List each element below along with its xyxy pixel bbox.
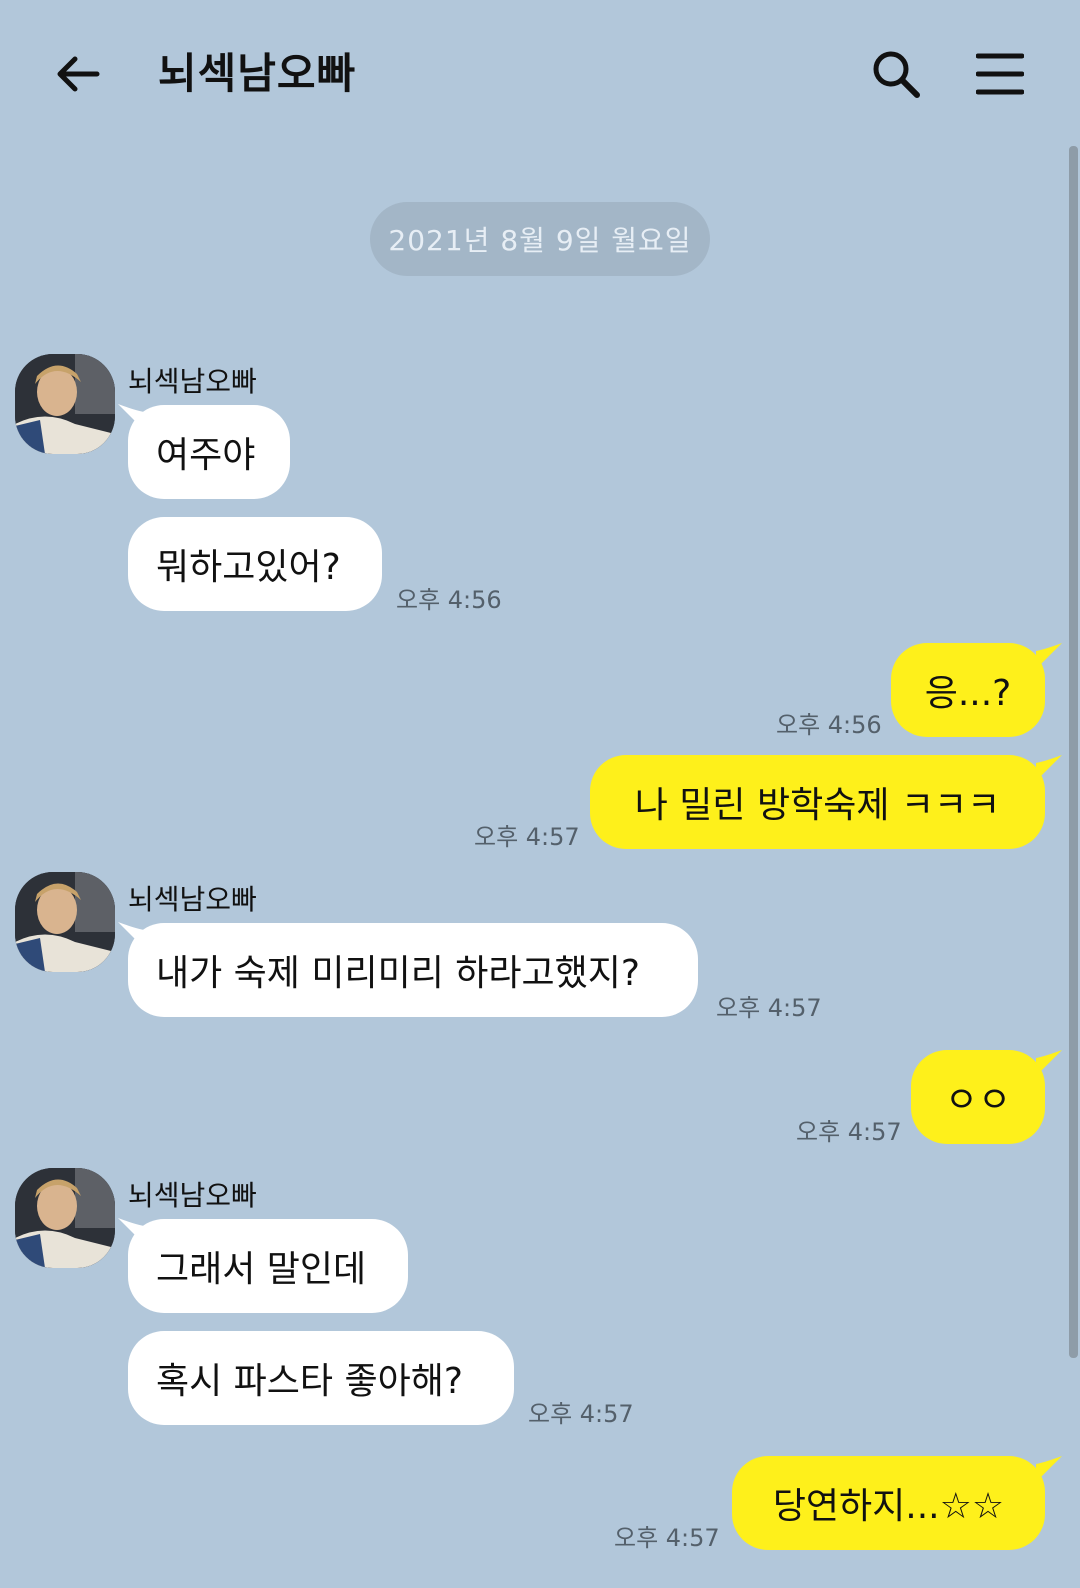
- avatar[interactable]: [15, 354, 115, 454]
- bubble-tail: [1036, 643, 1062, 669]
- scrollbar[interactable]: [1069, 146, 1078, 1358]
- menu-button[interactable]: [970, 44, 1030, 104]
- sender-name: 뇌섹남오빠: [128, 1179, 257, 1212]
- bubble-tail: [1036, 755, 1062, 781]
- search-icon: [873, 51, 920, 98]
- message-bubble[interactable]: 그래서 말인데: [128, 1219, 408, 1313]
- date-divider: 2021년 8월 9일 월요일: [370, 202, 710, 276]
- message-time: 오후 4:57: [614, 1524, 720, 1552]
- message-time: 오후 4:56: [776, 711, 882, 739]
- profile-photo: [15, 1168, 115, 1268]
- sender-name: 뇌섹남오빠: [128, 365, 257, 398]
- message-bubble[interactable]: 혹시 파스타 좋아해?: [128, 1331, 514, 1425]
- message-bubble[interactable]: 내가 숙제 미리미리 하라고했지?: [128, 923, 698, 1017]
- arrow-left-icon: [57, 56, 100, 92]
- message-time: 오후 4:57: [796, 1118, 902, 1146]
- chat-title: 뇌섹남오빠: [158, 49, 357, 98]
- message-bubble[interactable]: ㅇㅇ: [911, 1050, 1045, 1144]
- message-time: 오후 4:56: [396, 586, 502, 614]
- chat-header: 뇌섹남오빠: [0, 0, 1080, 145]
- message-bubble[interactable]: 나 밀린 방학숙제 ㅋㅋㅋ: [590, 755, 1045, 849]
- profile-photo: [15, 354, 115, 454]
- message-bubble[interactable]: 뭐하고있어?: [128, 517, 382, 611]
- message-bubble[interactable]: 응...?: [891, 643, 1045, 737]
- bubble-tail: [1036, 1456, 1062, 1482]
- message-time: 오후 4:57: [474, 823, 580, 851]
- avatar[interactable]: [15, 872, 115, 972]
- bubble-tail: [1036, 1050, 1062, 1076]
- message-time: 오후 4:57: [716, 994, 822, 1022]
- back-button[interactable]: [48, 44, 108, 104]
- message-time: 오후 4:57: [528, 1400, 634, 1428]
- avatar[interactable]: [15, 1168, 115, 1268]
- message-bubble[interactable]: 당연하지...☆☆: [732, 1456, 1045, 1550]
- profile-photo: [15, 872, 115, 972]
- hamburger-menu-icon: [976, 53, 1024, 95]
- search-button[interactable]: [866, 44, 926, 104]
- message-bubble[interactable]: 여주야: [128, 405, 290, 499]
- sender-name: 뇌섹남오빠: [128, 883, 257, 916]
